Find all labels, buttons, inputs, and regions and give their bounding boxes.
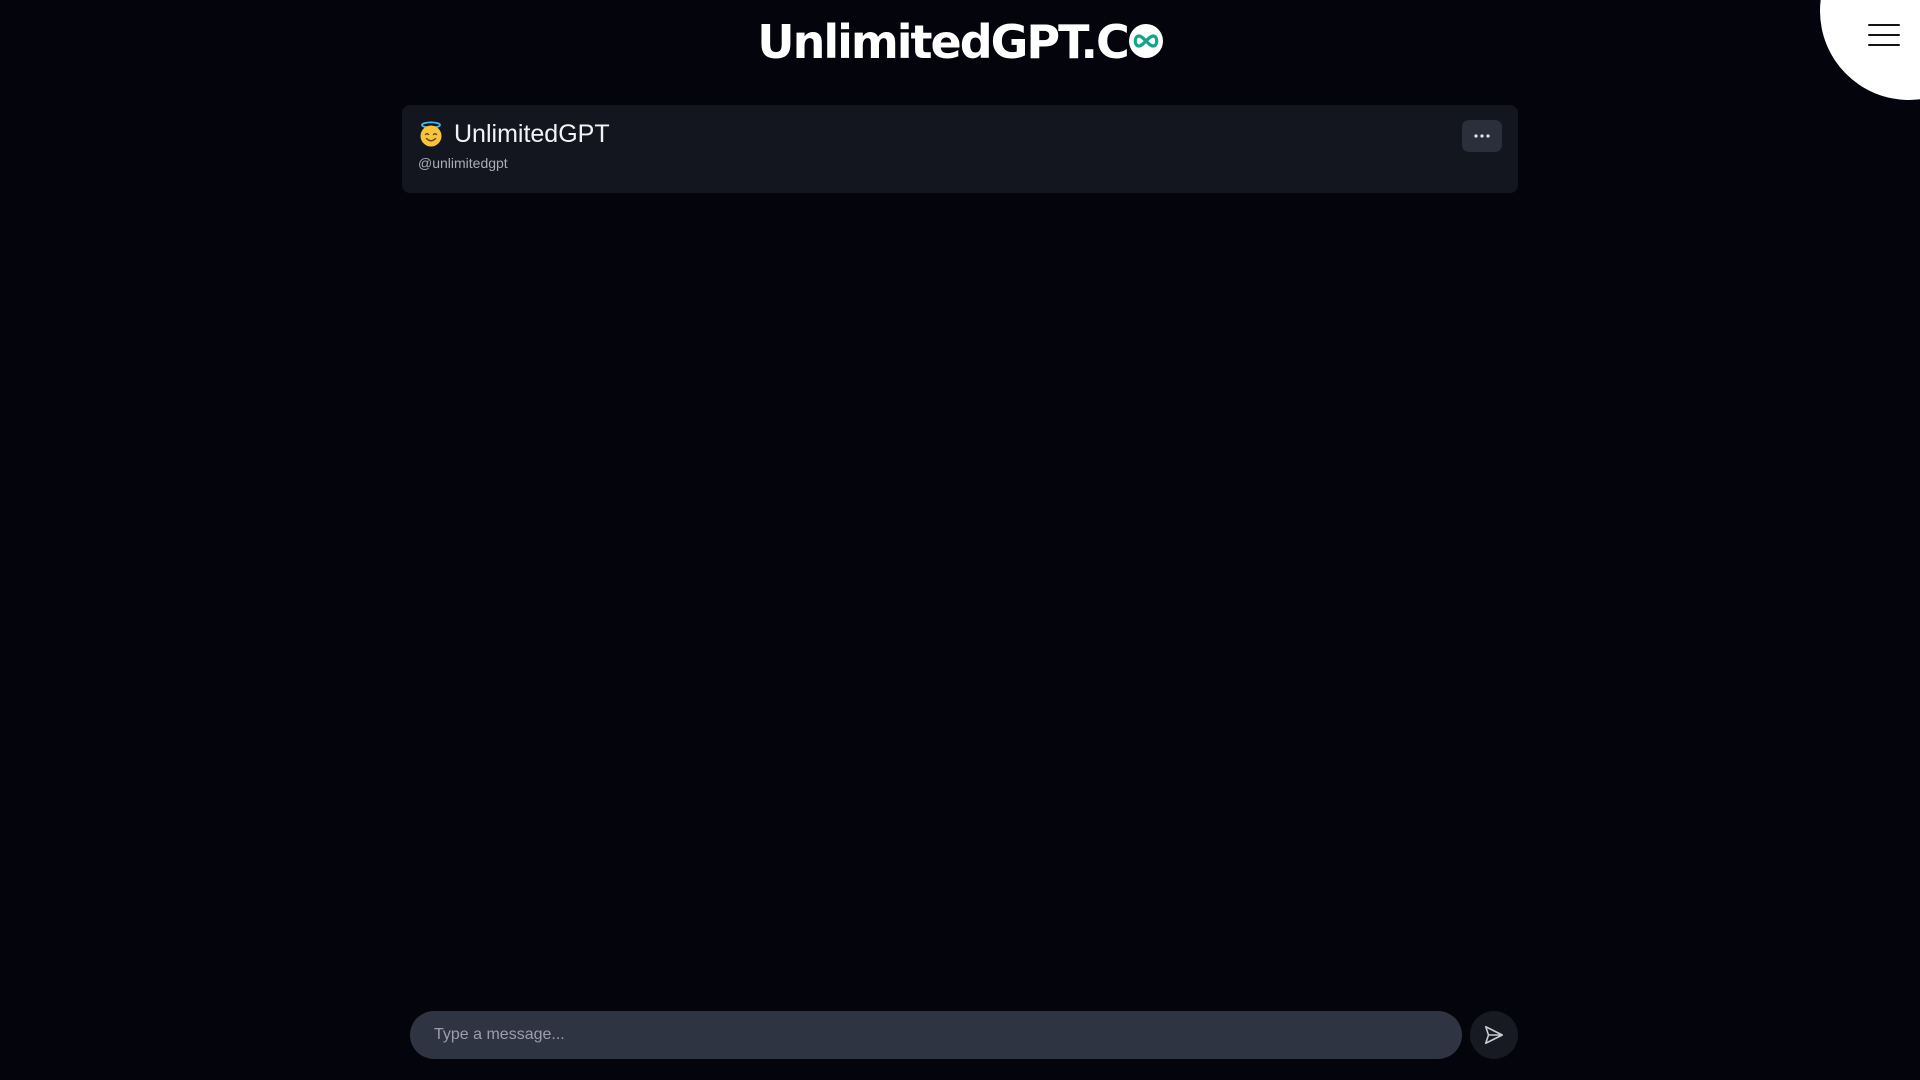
chat-header-card: UnlimitedGPT @unlimitedgpt [402, 105, 1518, 193]
bot-name: UnlimitedGPT [454, 120, 610, 148]
message-input[interactable] [410, 1011, 1462, 1059]
hamburger-icon[interactable] [1868, 22, 1900, 48]
menu-corner [1820, 0, 1920, 100]
bot-title-row: UnlimitedGPT [418, 119, 610, 149]
logo-text: UnlimitedGPT.C [757, 14, 1130, 69]
infinity-icon [1128, 23, 1163, 58]
smiling-face-with-halo-icon [420, 121, 442, 147]
ellipsis-icon [1474, 134, 1490, 138]
more-options-button[interactable] [1462, 120, 1502, 152]
send-icon [1484, 1025, 1504, 1045]
site-logo[interactable]: UnlimitedGPT.C [0, 10, 1920, 70]
bot-handle: @unlimitedgpt [418, 155, 508, 171]
send-button[interactable] [1470, 1011, 1518, 1059]
page: UnlimitedGPT.C UnlimitedGPT @unlimitedgp… [0, 0, 1920, 1080]
